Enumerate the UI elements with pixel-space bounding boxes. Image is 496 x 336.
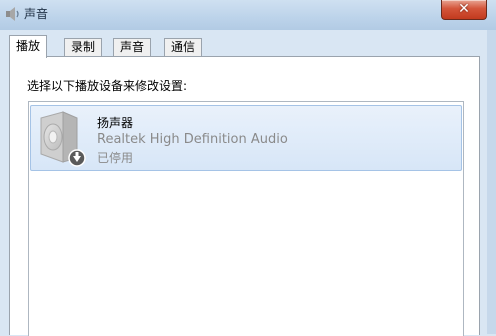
speaker-device-icon [40,111,86,167]
device-item-speakers[interactable]: 扬声器 Realtek High Definition Audio 已停用 [30,105,462,171]
title-bar: 声音 ✕ [0,0,496,30]
tab-label: 播放 [16,39,41,53]
disabled-down-arrow-icon [68,149,86,167]
instruction-text: 选择以下播放设备来修改设置: [27,79,188,93]
tab-strip: 播放 录制 声音 通信 [0,30,487,58]
playback-panel: 选择以下播放设备来修改设置: 扬声器 Realtek High Definiti… [9,56,480,336]
tab-playback[interactable]: 播放 [9,35,48,58]
window-title: 声音 [24,7,49,21]
device-name: 扬声器 [97,116,134,130]
tab-recording[interactable]: 录制 [64,38,103,56]
tab-label: 声音 [120,40,145,54]
speaker-icon [6,7,19,21]
close-button[interactable]: ✕ [441,0,487,20]
device-list[interactable]: 扬声器 Realtek High Definition Audio 已停用 [28,101,464,336]
tab-label: 录制 [71,40,96,54]
device-status: 已停用 [97,151,134,165]
close-icon: ✕ [458,1,470,17]
tab-sounds[interactable]: 声音 [113,38,152,56]
tab-communications[interactable]: 通信 [164,38,203,56]
device-description: Realtek High Definition Audio [97,132,288,147]
window-frame-right [487,30,496,334]
tab-label: 通信 [171,40,196,54]
